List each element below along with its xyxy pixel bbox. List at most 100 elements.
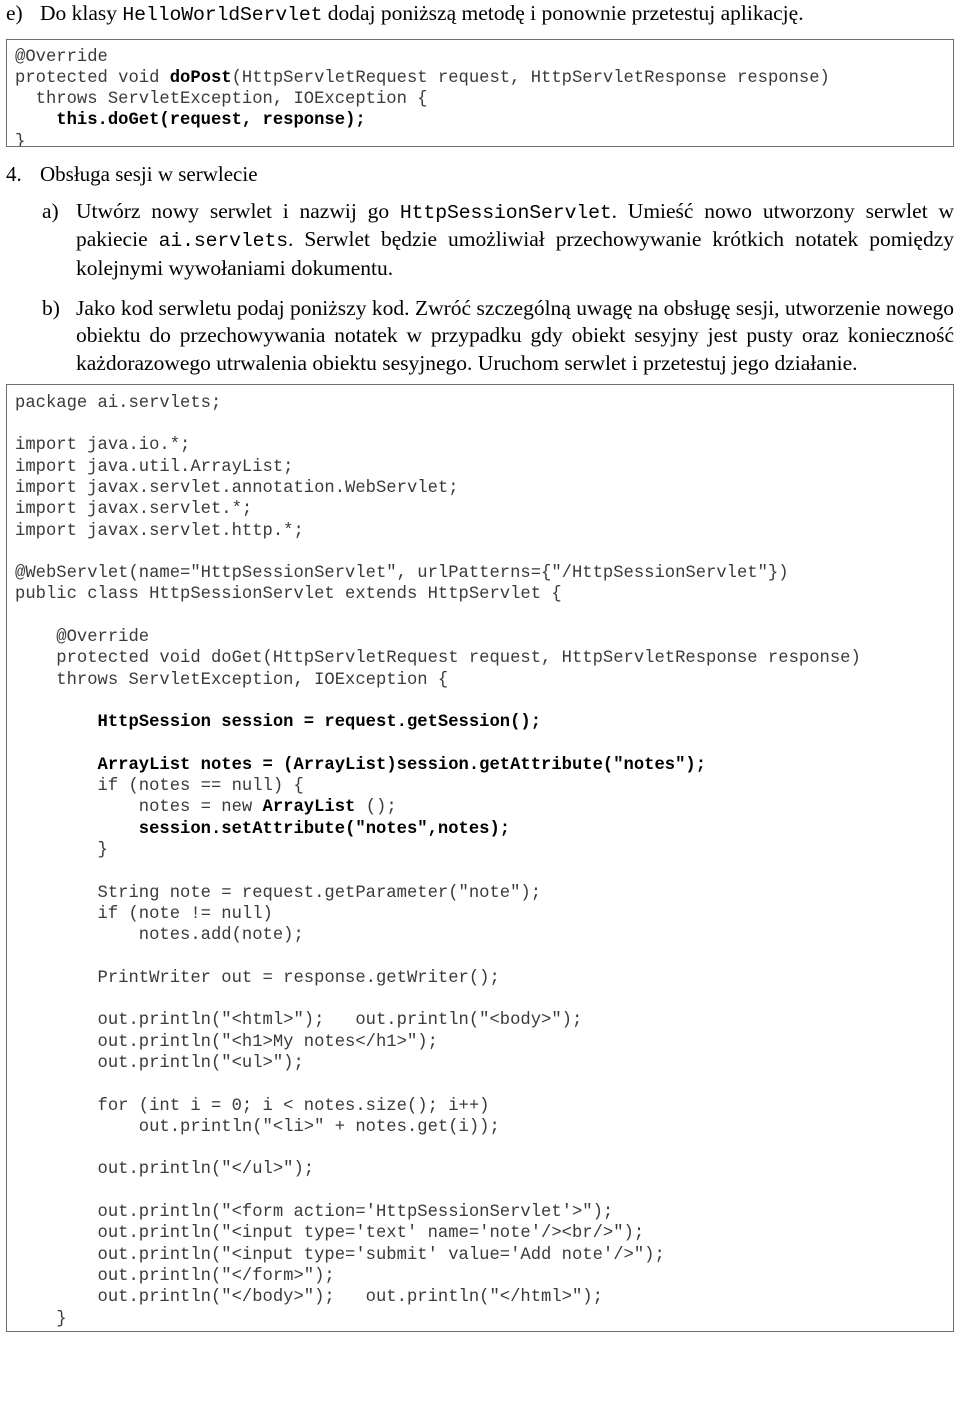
code-token: import javax.servlet.http.*; bbox=[15, 521, 304, 541]
class-name-helloworldservlet: HelloWorldServlet bbox=[122, 4, 323, 26]
code-line: } bbox=[15, 840, 945, 861]
section-heading-4: 4. Obsługa sesji w serwlecie bbox=[6, 161, 954, 188]
section-title-4: Obsługa sesji w serwlecie bbox=[40, 161, 258, 186]
code-line: String note = request.getParameter("note… bbox=[15, 883, 945, 904]
code-token: out.println("<li>" + notes.get(i)); bbox=[15, 1117, 500, 1137]
list-item-a: a) Utwórz nowy serwlet i nazwij go HttpS… bbox=[6, 198, 954, 283]
code-token: out.println("<form action='HttpSessionSe… bbox=[15, 1203, 614, 1223]
code-token-bold: ArrayList notes = (ArrayList)session.get… bbox=[97, 755, 707, 775]
code-line: HttpSession session = request.getSession… bbox=[15, 712, 945, 733]
code-token: } bbox=[15, 1309, 67, 1329]
code-line: PrintWriter out = response.getWriter(); bbox=[15, 968, 945, 989]
code-line: if (note != null) bbox=[15, 904, 945, 925]
code-token: (); bbox=[355, 798, 397, 818]
code-token: out.println("</ul>"); bbox=[15, 1160, 315, 1180]
code-line: out.println("<input type='submit' value=… bbox=[15, 1245, 945, 1266]
code-line: } bbox=[15, 132, 945, 147]
code-token: import javax.servlet.annotation.WebServl… bbox=[15, 478, 459, 498]
code-line: protected void doPost(HttpServletRequest… bbox=[15, 68, 945, 89]
code-token: throws ServletException, IOException { bbox=[15, 90, 428, 110]
code-line: notes.add(note); bbox=[15, 925, 945, 946]
code-line: import java.util.ArrayList; bbox=[15, 457, 945, 478]
code-token: out.println("<input type='submit' value=… bbox=[15, 1245, 665, 1265]
code-token: } bbox=[15, 841, 108, 861]
code-token: for (int i = 0; i < notes.size(); i++) bbox=[15, 1096, 490, 1116]
code-block-dopost: @Override protected void doPost(HttpServl… bbox=[6, 38, 954, 147]
code-line: import java.io.*; bbox=[15, 435, 945, 456]
code-token-bold: ArrayList bbox=[262, 798, 356, 818]
code-line: out.println("<html>"); out.println("<bod… bbox=[15, 1010, 945, 1031]
code-token: protected void bbox=[15, 68, 170, 88]
document-page: e) Do klasy HelloWorldServlet dodaj poni… bbox=[0, 0, 960, 1332]
code-token: out.println("<html>"); out.println("<bod… bbox=[15, 1011, 583, 1031]
code-token: out.println("<h1>My notes</h1>"); bbox=[15, 1032, 438, 1052]
code-line: session.setAttribute("notes",notes); bbox=[15, 819, 945, 840]
code-line: protected void doGet(HttpServletRequest … bbox=[15, 648, 945, 669]
code-token: notes = new bbox=[15, 798, 263, 818]
code-line: for (int i = 0; i < notes.size(); i++) bbox=[15, 1096, 945, 1117]
list-item-b-text: Jako kod serwletu podaj poniższy kod. Zw… bbox=[76, 295, 954, 376]
code-token: import java.util.ArrayList; bbox=[15, 457, 294, 477]
code-block-httpsessionservlet: package ai.servlets; import java.io.*; im… bbox=[6, 383, 954, 1332]
task-a-text-part1: Utwórz nowy serwlet i nazwij go bbox=[76, 198, 400, 223]
list-item-e: e) Do klasy HelloWorldServlet dodaj poni… bbox=[6, 0, 954, 29]
code-token: out.println("</form>"); bbox=[15, 1266, 335, 1286]
code-line: out.println("<ul>"); bbox=[15, 1053, 945, 1074]
code-line: out.println("<li>" + notes.get(i)); bbox=[15, 1117, 945, 1138]
code-token: if (note != null) bbox=[15, 904, 273, 924]
list-item-b: b) Jako kod serwletu podaj poniższy kod.… bbox=[6, 295, 954, 378]
task-e-text-part1: Do klasy bbox=[40, 1, 123, 25]
task-e-text-part2: dodaj poniższą metodę i ponownie przetes… bbox=[322, 1, 804, 25]
code-line: ArrayList notes = (ArrayList)session.get… bbox=[15, 755, 945, 776]
code-line: package ai.servlets; bbox=[15, 393, 945, 414]
code-token-bold: session.setAttribute("notes",notes); bbox=[138, 819, 511, 839]
code-token: public class HttpSessionServlet extends … bbox=[15, 585, 562, 605]
list-marker-b: b) bbox=[42, 295, 60, 320]
code-token: } bbox=[15, 132, 26, 147]
code-token: protected void doGet(HttpServletRequest … bbox=[15, 649, 861, 669]
servlet-name-httpsessionservlet: HttpSessionServlet bbox=[399, 201, 612, 224]
section-marker-4: 4. bbox=[6, 161, 22, 186]
code-token: PrintWriter out = response.getWriter(); bbox=[15, 968, 500, 988]
code-line: notes = new ArrayList (); bbox=[15, 797, 945, 818]
package-name-ai-servlets: ai.servlets bbox=[158, 230, 288, 253]
code-line: throws ServletException, IOException { bbox=[15, 670, 945, 691]
code-token: @Override bbox=[15, 628, 150, 648]
code-token: import java.io.*; bbox=[15, 436, 191, 456]
code-token: String note = request.getParameter("note… bbox=[15, 883, 542, 903]
list-item-a-text: Utwórz nowy serwlet i nazwij go HttpSess… bbox=[76, 198, 954, 283]
code-line: @Override bbox=[15, 47, 945, 68]
code-line: this.doGet(request, response); bbox=[15, 110, 945, 131]
code-token: package ai.servlets; bbox=[15, 393, 222, 413]
code-line: @Override bbox=[15, 627, 945, 648]
code-line: out.println("<form action='HttpSessionSe… bbox=[15, 1202, 945, 1223]
code-line: } bbox=[15, 1309, 945, 1330]
code-token: if (notes == null) { bbox=[15, 777, 304, 797]
code-line: throws ServletException, IOException { bbox=[15, 89, 945, 110]
code-line: out.println("</form>"); bbox=[15, 1266, 945, 1287]
code-line: import javax.servlet.http.*; bbox=[15, 521, 945, 542]
code-token-bold: HttpSession session = request.getSession… bbox=[97, 713, 542, 733]
code-token: out.println("</body>"); out.println("</h… bbox=[15, 1288, 603, 1308]
code-token: } bbox=[15, 1331, 25, 1332]
code-line: out.println("<input type='text' name='no… bbox=[15, 1223, 945, 1244]
code-token-bold: this.doGet(request, response); bbox=[56, 111, 366, 131]
code-token: out.println("<input type='text' name='no… bbox=[15, 1224, 645, 1244]
code-line: import javax.servlet.*; bbox=[15, 499, 945, 520]
code-line: out.println("<h1>My notes</h1>"); bbox=[15, 1032, 945, 1053]
